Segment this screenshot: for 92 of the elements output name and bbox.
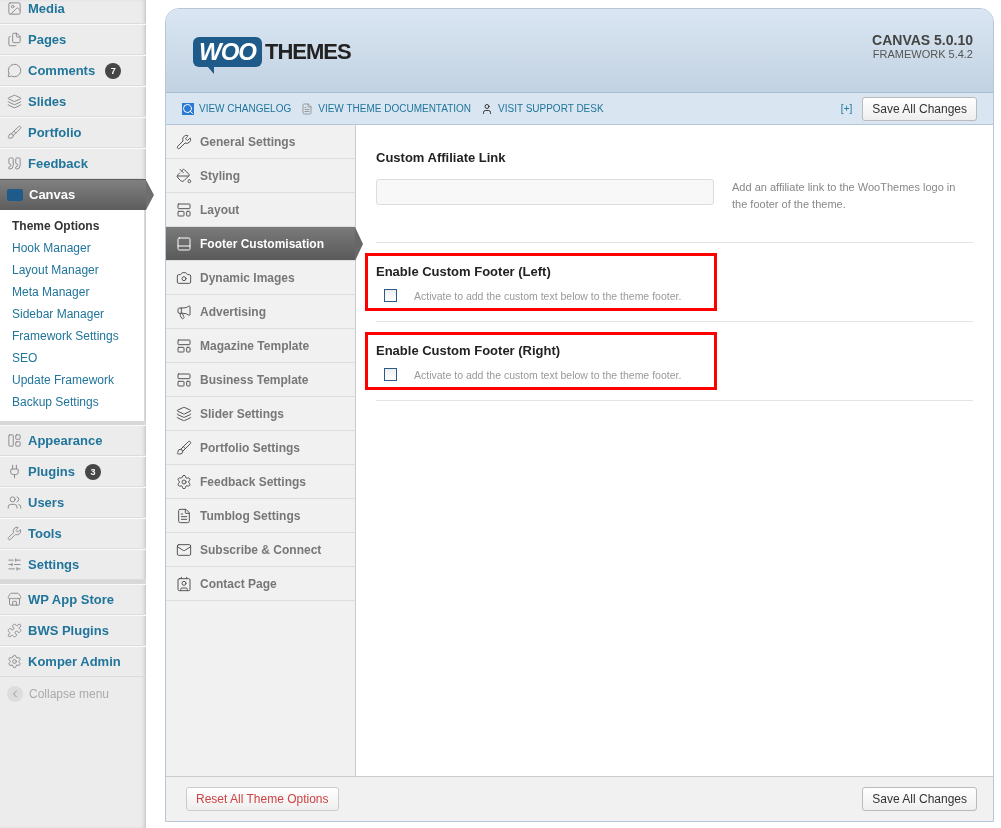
submenu-item[interactable]: Theme Options	[0, 215, 144, 237]
field-label: Custom Affiliate Link	[376, 150, 507, 165]
framework-version: FRAMEWORK 5.4.2	[872, 47, 973, 60]
options-nav-item[interactable]: Subscribe & Connect	[166, 533, 355, 567]
plug-icon	[7, 464, 22, 479]
mail-icon	[176, 541, 192, 558]
submenu-item[interactable]: Framework Settings	[0, 325, 144, 347]
wrench-icon	[176, 133, 192, 150]
sidebar-menu-item[interactable]: Appearance	[0, 425, 146, 456]
sidebar-menu-item[interactable]: Tools	[0, 518, 146, 549]
expand-link[interactable]: [+]	[840, 103, 853, 114]
settings-icon	[176, 473, 192, 490]
contact-card-icon	[176, 575, 192, 592]
sidebar-menu-item[interactable]: WP App Store	[0, 584, 146, 615]
sidebar-menu-item[interactable]: Pages	[0, 24, 146, 55]
sidebar-menu-item[interactable]: Comments 7	[0, 55, 146, 86]
reset-button[interactable]: Reset All Theme Options	[186, 787, 339, 811]
sidebar-menu-item[interactable]: Slides	[0, 86, 146, 117]
field-label: Enable Custom Footer (Left)	[376, 264, 552, 279]
options-nav-item[interactable]: Footer Customisation	[166, 227, 355, 261]
submenu-item[interactable]: Hook Manager	[0, 237, 144, 259]
layout-icon	[176, 201, 192, 218]
options-nav-item[interactable]: General Settings	[166, 125, 355, 159]
layout-icon	[176, 337, 192, 354]
megaphone-icon	[176, 303, 192, 320]
submenu-item[interactable]: Meta Manager	[0, 281, 144, 303]
toolbar-link[interactable]: VISIT SUPPORT DESK	[481, 102, 604, 115]
input-field[interactable]	[376, 179, 714, 205]
field-help: Activate to add the custom text below to the theme footer.	[414, 289, 682, 302]
sidebar-menu-item[interactable]: Portfolio	[0, 117, 146, 148]
brush-icon	[176, 439, 192, 456]
options-nav-item[interactable]: Feedback Settings	[166, 465, 355, 499]
footer-layout-icon	[176, 235, 192, 252]
toolbar-link[interactable]: VIEW THEME DOCUMENTATION	[301, 102, 472, 115]
collapse-label: Collapse menu	[29, 687, 110, 701]
field-label: Enable Custom Footer (Right)	[376, 343, 562, 358]
submenu-item[interactable]: SEO	[0, 347, 144, 369]
sidebar-menu-item[interactable]: Settings	[0, 549, 146, 580]
logo-icon	[7, 188, 23, 201]
field-help: Activate to add the custom text below to the theme footer.	[414, 368, 682, 381]
options-nav-item[interactable]: Contact Page	[166, 567, 355, 601]
speech-bubble-icon	[7, 63, 22, 78]
sidebar-menu-item[interactable]: Plugins 3	[0, 456, 146, 487]
search-icon	[182, 102, 194, 115]
save-button[interactable]: Save All Changes	[862, 96, 977, 121]
options-nav-item[interactable]: Portfolio Settings	[166, 431, 355, 465]
options-nav-item[interactable]: Business Template	[166, 363, 355, 397]
checkbox[interactable]	[384, 289, 397, 302]
count-badge: 3	[84, 463, 101, 480]
layout-icon	[7, 433, 22, 448]
sidebar-menu-item[interactable]: BWS Plugins	[0, 615, 146, 646]
sidebar-menu-item[interactable]: Canvas	[0, 179, 146, 210]
toolbar-link[interactable]: VIEW CHANGELOG	[182, 102, 292, 115]
options-nav-item[interactable]: Magazine Template	[166, 329, 355, 363]
pointer-arrow-icon	[355, 227, 363, 261]
layers-icon	[7, 94, 22, 109]
sidebar-menu-item[interactable]: Media	[0, 0, 146, 24]
sidebar-menu-item[interactable]: Users	[0, 487, 146, 518]
puzzle-icon	[7, 623, 22, 638]
submenu-item[interactable]: Sidebar Manager	[0, 303, 144, 325]
options-nav-item[interactable]: Styling	[166, 159, 355, 193]
field-help: Add an affiliate link to the WooThemes logo in the footer of the theme.	[732, 180, 957, 212]
wrench-icon	[7, 526, 22, 541]
options-nav-item[interactable]: Advertising	[166, 295, 355, 329]
woothemes-logo: WOO THEMES	[193, 34, 351, 76]
submenu-item[interactable]: Layout Manager	[0, 259, 144, 281]
sidebar-menu-item[interactable]: Komper Admin	[0, 646, 146, 677]
layers-icon	[176, 405, 192, 422]
pages-icon	[7, 32, 22, 47]
count-badge: 7	[105, 62, 122, 79]
document-icon	[301, 102, 314, 115]
submenu-item[interactable]: Update Framework	[0, 369, 144, 391]
users-icon	[7, 495, 22, 510]
layout-icon	[176, 371, 192, 388]
settings-icon	[7, 654, 22, 669]
image-icon	[7, 1, 22, 16]
options-nav-item[interactable]: Slider Settings	[166, 397, 355, 431]
paint-bucket-icon	[176, 167, 192, 184]
sliders-icon	[7, 557, 22, 572]
theme-version: CANVAS 5.0.10	[872, 31, 973, 48]
camera-icon	[176, 269, 192, 286]
options-nav-item[interactable]: Dynamic Images	[166, 261, 355, 295]
document-icon	[176, 507, 192, 524]
brush-icon	[7, 125, 22, 140]
person-icon	[481, 102, 494, 115]
submenu-item[interactable]: Backup Settings	[0, 391, 144, 413]
quote-icon	[7, 156, 22, 171]
options-nav-item[interactable]: Tumblog Settings	[166, 499, 355, 533]
store-icon	[7, 592, 22, 607]
collapse-icon	[7, 686, 23, 702]
checkbox[interactable]	[384, 368, 397, 381]
save-button[interactable]: Save All Changes	[862, 787, 977, 811]
